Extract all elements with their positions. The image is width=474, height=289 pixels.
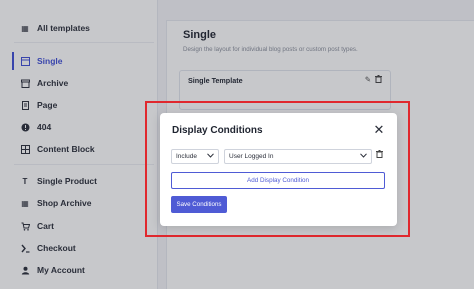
include-select-value: Include xyxy=(176,153,197,160)
include-select[interactable]: Include xyxy=(171,149,219,164)
display-conditions-modal: Display Conditions ✕ Include User Logged… xyxy=(160,113,397,226)
chevron-down-icon xyxy=(360,153,367,160)
save-conditions-button[interactable]: Save Conditions xyxy=(171,196,227,213)
condition-select[interactable]: User Logged In xyxy=(224,149,372,164)
add-display-condition-button[interactable]: Add Display Condition xyxy=(171,172,385,189)
modal-title: Display Conditions xyxy=(172,125,263,136)
condition-select-value: User Logged In xyxy=(229,153,274,160)
close-icon[interactable]: ✕ xyxy=(372,123,386,137)
trash-icon[interactable] xyxy=(376,150,383,160)
app-root: ▦ All templates Single Archive Page 404 … xyxy=(0,0,474,289)
chevron-down-icon xyxy=(207,153,214,160)
